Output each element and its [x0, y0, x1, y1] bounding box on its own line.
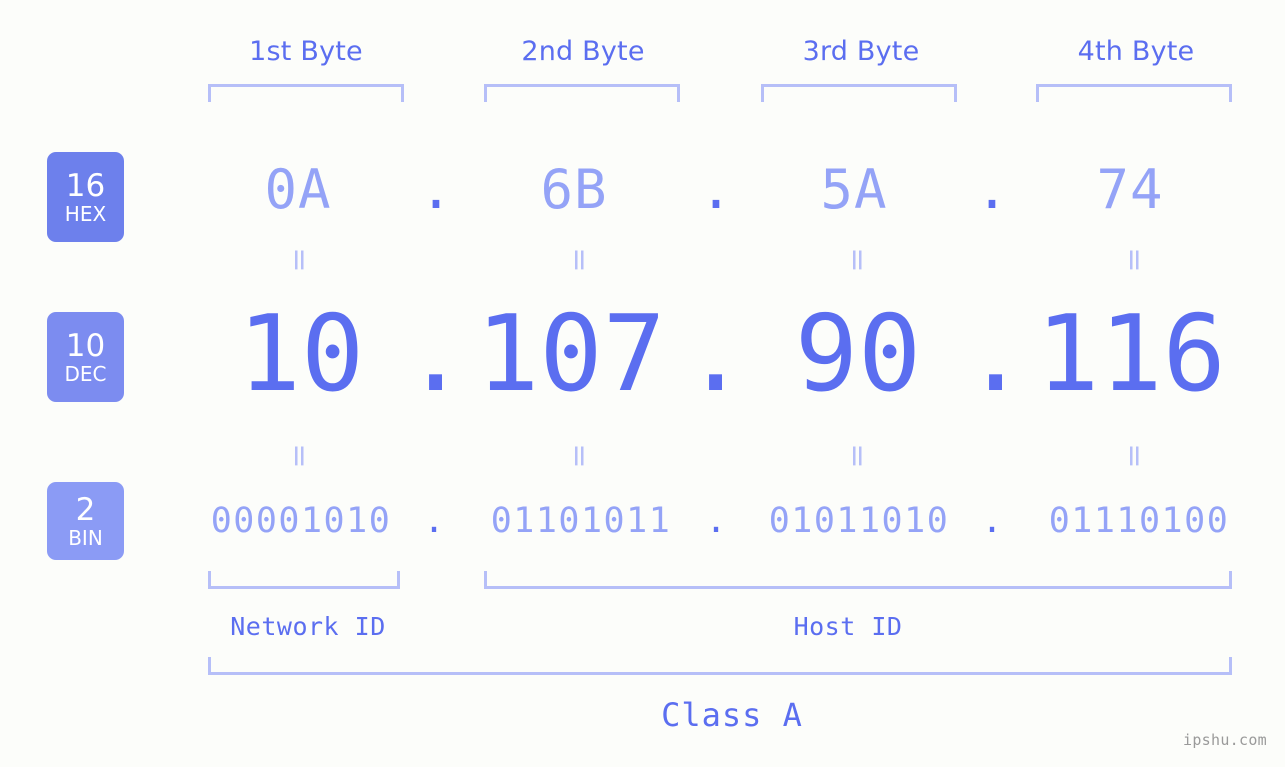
dec-octet-4: 116 [1036, 293, 1226, 415]
host-id-bracket [484, 571, 1232, 589]
network-id-bracket [208, 571, 400, 589]
byte-bracket-3 [761, 84, 957, 102]
byte-header-1: 1st Byte [249, 36, 363, 67]
byte-bracket-1 [208, 84, 404, 102]
base-badge-bin: 2 BIN [47, 482, 124, 560]
equals-mark-hex-dec-2: = [562, 247, 597, 273]
base-badge-bin-label: BIN [68, 526, 103, 550]
base-badge-bin-number: 2 [75, 492, 96, 528]
class-bracket [208, 657, 1232, 675]
base-badge-dec-label: DEC [64, 362, 107, 386]
hex-octet-4: 74 [1096, 158, 1164, 221]
bin-separator-2: . [705, 501, 727, 541]
equals-mark-hex-dec-1: = [282, 247, 317, 273]
hex-octet-1: 0A [264, 158, 332, 221]
byte-header-3: 3rd Byte [802, 36, 920, 67]
byte-header-4: 4th Byte [1077, 36, 1195, 67]
site-watermark: ipshu.com [1183, 731, 1267, 749]
bin-separator-3: . [981, 501, 1003, 541]
bin-octet-2: 01101011 [490, 501, 672, 541]
equals-mark-dec-bin-1: = [282, 443, 317, 469]
base-badge-dec-number: 10 [65, 328, 106, 364]
equals-mark-dec-bin-2: = [562, 443, 597, 469]
bin-octet-3: 01011010 [768, 501, 950, 541]
hex-octet-2: 6B [540, 158, 608, 221]
dec-separator-2: . [684, 293, 748, 415]
byte-bracket-2 [484, 84, 680, 102]
bin-octet-4: 01110100 [1048, 501, 1230, 541]
dec-octet-2: 107 [476, 293, 666, 415]
base-badge-hex-number: 16 [65, 168, 106, 204]
base-badge-hex: 16 HEX [47, 152, 124, 242]
base-badge-dec: 10 DEC [47, 312, 124, 402]
base-badge-hex-label: HEX [64, 202, 107, 226]
bin-separator-1: . [423, 501, 445, 541]
byte-bracket-4 [1036, 84, 1232, 102]
hex-separator-2: . [699, 158, 733, 221]
equals-mark-hex-dec-4: = [1117, 247, 1152, 273]
hex-separator-3: . [975, 158, 1009, 221]
hex-separator-1: . [419, 158, 453, 221]
dec-octet-3: 90 [794, 293, 922, 415]
hex-octet-3: 5A [820, 158, 888, 221]
equals-mark-dec-bin-3: = [840, 443, 875, 469]
network-id-label: Network ID [230, 612, 386, 641]
host-id-label: Host ID [793, 612, 903, 641]
ip-address-diagram: 1st Byte 2nd Byte 3rd Byte 4th Byte 16 H… [0, 0, 1285, 767]
equals-mark-hex-dec-3: = [840, 247, 875, 273]
byte-header-2: 2nd Byte [521, 36, 645, 67]
equals-mark-dec-bin-4: = [1117, 443, 1152, 469]
dec-octet-1: 10 [237, 293, 365, 415]
bin-octet-1: 00001010 [210, 501, 392, 541]
class-label: Class A [661, 696, 803, 734]
